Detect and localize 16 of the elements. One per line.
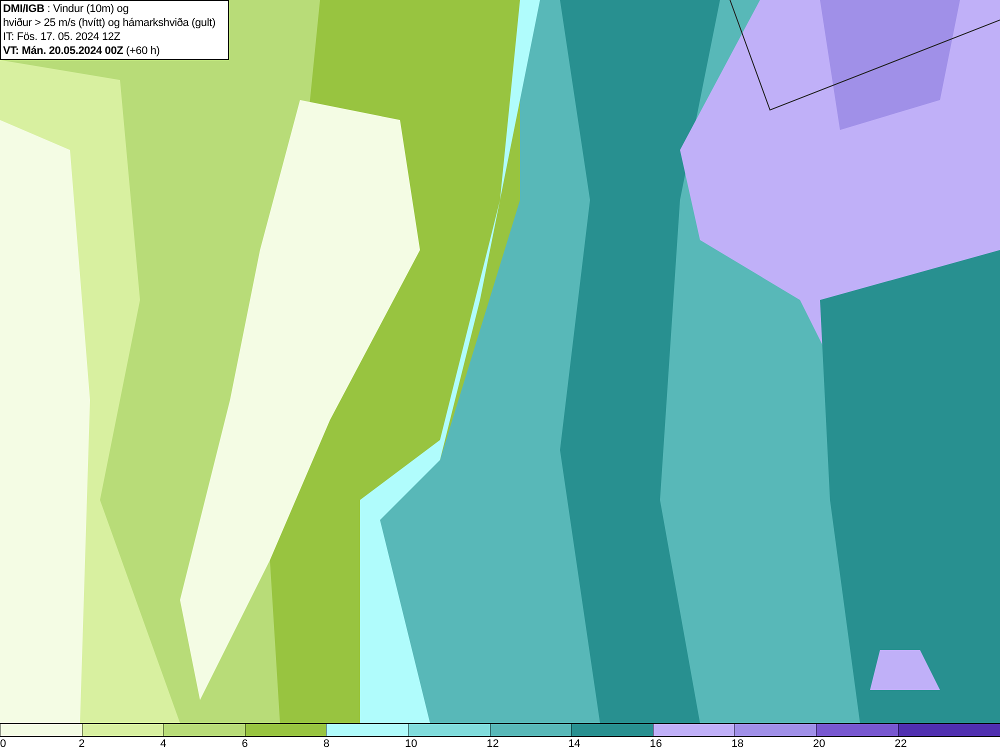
legend-tick-label: 12: [486, 737, 499, 752]
legend-tick-label: 14: [568, 737, 580, 752]
legend-tick-label: 16: [650, 737, 662, 752]
map-subtitle: VT: Mán. 20.05.2024 00Z (+60 h): [3, 44, 161, 58]
map-subtitle: IT: Fös. 17. 05. 2024 12Z: [3, 30, 122, 44]
legend-tick-label: 22: [894, 737, 907, 752]
map-title: DMI/IGB : Vindur (10m) og: [3, 2, 130, 16]
legend-tick-label: 8: [323, 737, 330, 752]
legend-tick-label: 10: [405, 737, 418, 752]
map-subtitle: hviður > 25 m/s (hvítt) og hámarkshviða (gult): [3, 16, 216, 30]
legend-tick-label: 6: [242, 737, 248, 752]
legend-tick-label: 2: [78, 737, 85, 752]
legend-tick-label: 0: [0, 737, 6, 752]
legend-tick-label: 18: [731, 737, 744, 752]
legend-tick-label: 4: [160, 737, 166, 752]
legend-tick-label: 20: [813, 737, 826, 752]
